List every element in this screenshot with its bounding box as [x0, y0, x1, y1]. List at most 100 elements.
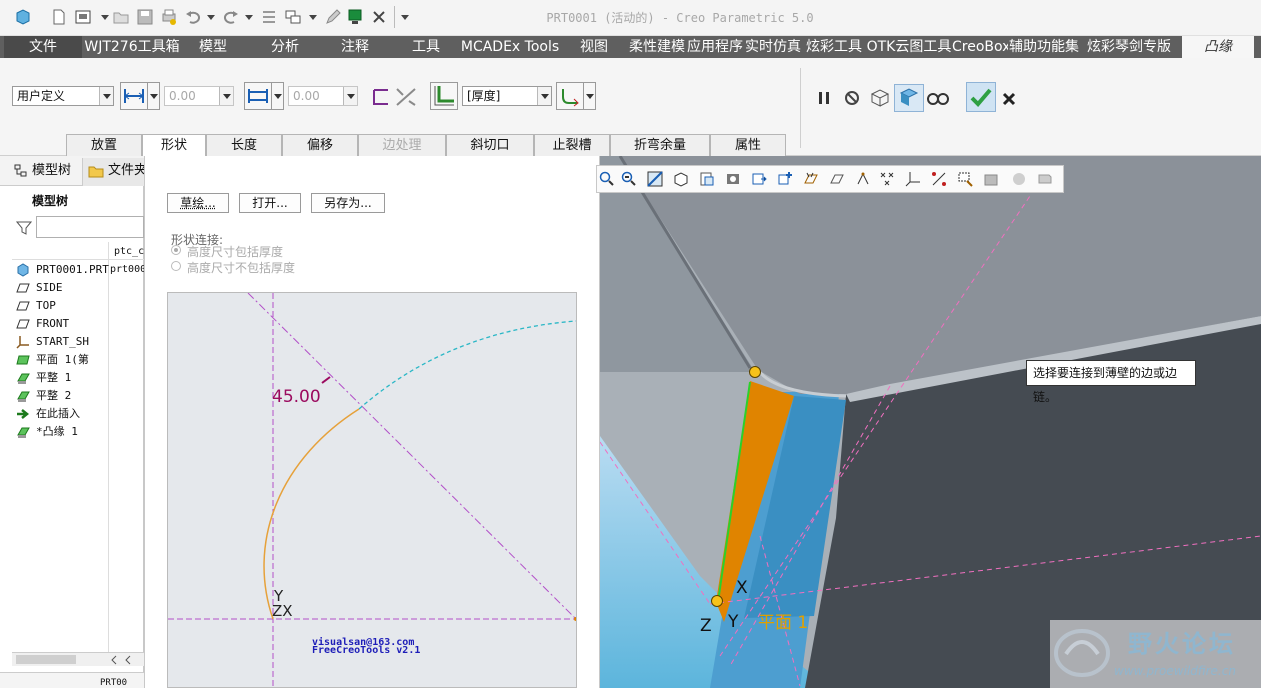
- tree-item-insert-here[interactable]: 在此插入: [17, 405, 80, 423]
- regenerate-icon[interactable]: [260, 8, 278, 26]
- tab-folder[interactable]: 文件夹: [108, 158, 144, 184]
- shape-type-select[interactable]: 用户定义: [12, 86, 114, 106]
- refit-icon[interactable]: [647, 171, 663, 187]
- windows-icon[interactable]: [284, 8, 302, 26]
- tab-miter-cuts[interactable]: 斜切口: [446, 134, 534, 156]
- bend-radius-button[interactable]: [556, 82, 584, 110]
- tab-color-sword-edition[interactable]: 炫彩琴剑专版: [1080, 36, 1178, 58]
- saved-orientations-icon[interactable]: [673, 171, 689, 187]
- close-window-icon[interactable]: [370, 8, 388, 26]
- offset-type-button[interactable]: [244, 82, 272, 110]
- save-as-button[interactable]: 另存为...: [311, 193, 385, 213]
- attached-preview-button[interactable]: [894, 84, 924, 112]
- customize-toolbar-icon[interactable]: [396, 8, 414, 26]
- csys-display-icon[interactable]: [905, 171, 921, 187]
- tab-offset[interactable]: 偏移: [282, 134, 358, 156]
- offset-dimension-icon[interactable]: [394, 86, 418, 108]
- tree-horizontal-scrollbar[interactable]: [12, 652, 144, 666]
- offset-type-dropdown[interactable]: [272, 82, 284, 110]
- datum-plane-label[interactable]: 平面 1: [758, 608, 808, 633]
- tab-analysis[interactable]: 分析: [250, 36, 320, 58]
- tab-file[interactable]: 文件: [4, 36, 82, 58]
- tab-relief[interactable]: 止裂槽: [534, 134, 610, 156]
- glasses-preview-icon[interactable]: [926, 88, 950, 108]
- tab-applications[interactable]: 应用程序: [686, 36, 744, 58]
- tab-color-tools[interactable]: 炫彩工具: [802, 36, 866, 58]
- sphere-display-icon[interactable]: [1011, 171, 1027, 187]
- perspective-icon[interactable]: [777, 171, 793, 187]
- points-x-display-icon[interactable]: [879, 171, 895, 187]
- tab-wjt276-toolbox[interactable]: WJT276工具箱: [82, 36, 182, 58]
- annotation-display-icon[interactable]: [931, 171, 947, 187]
- spin-center-icon[interactable]: [957, 171, 973, 187]
- length-value-input[interactable]: 0.00: [164, 86, 234, 106]
- pause-icon[interactable]: [814, 88, 834, 108]
- dropdown-arrow-icon[interactable]: [304, 8, 322, 26]
- tab-creobox[interactable]: CreoBox: [952, 36, 1008, 58]
- tab-model-tree[interactable]: 模型树: [32, 158, 71, 184]
- tab-annotate[interactable]: 注释: [320, 36, 390, 58]
- zoom-out-icon[interactable]: [621, 171, 637, 187]
- tab-view[interactable]: 视图: [564, 36, 624, 58]
- redo-icon[interactable]: [222, 8, 240, 26]
- chevron-down-icon[interactable]: [537, 87, 551, 105]
- tree-item-part[interactable]: PRT0001.PRT: [17, 261, 109, 279]
- folder-icon[interactable]: [88, 164, 104, 178]
- tree-item-flat1[interactable]: 平整 1: [17, 369, 71, 387]
- repaint-icon[interactable]: [699, 171, 715, 187]
- thickness-side-button[interactable]: [430, 82, 458, 110]
- sketch-button[interactable]: 草绘...: [167, 193, 229, 213]
- tab-placement[interactable]: 放置: [66, 134, 142, 156]
- tab-properties[interactable]: 属性: [710, 134, 786, 156]
- screen-capture-icon[interactable]: [1037, 171, 1053, 187]
- tree-item-flange1[interactable]: *凸缘 1: [17, 423, 78, 441]
- length-type-button[interactable]: [120, 82, 148, 110]
- scroll-left-icon[interactable]: [124, 655, 132, 665]
- chevron-down-icon[interactable]: [219, 87, 233, 105]
- tab-bend-allowance[interactable]: 折弯余量: [610, 134, 710, 156]
- open-dialog-icon[interactable]: [74, 8, 92, 26]
- tab-accessibility[interactable]: 辅助功能集: [1008, 36, 1080, 58]
- dropdown-arrow-icon[interactable]: [240, 8, 258, 26]
- length-type-dropdown[interactable]: [148, 82, 160, 110]
- thickness-select[interactable]: [厚度]: [462, 86, 552, 106]
- screen-icon[interactable]: [346, 8, 364, 26]
- tab-model[interactable]: 模型: [182, 36, 244, 58]
- zoom-in-icon[interactable]: [599, 171, 615, 187]
- no-preview-icon[interactable]: [842, 88, 862, 108]
- tree-item-side[interactable]: SIDE: [16, 279, 63, 297]
- tab-flexible-modeling[interactable]: 柔性建模: [628, 36, 686, 58]
- tree-item-plane1[interactable]: 平面 1(第: [16, 351, 90, 369]
- graphics-viewport[interactable]: X Y Z 平面 1: [600, 156, 1261, 688]
- tab-otk-cloud-tools[interactable]: OTK云图工具: [866, 36, 952, 58]
- view-manager-icon[interactable]: [751, 171, 767, 187]
- edit-icon[interactable]: [324, 8, 342, 26]
- tree-item-top[interactable]: TOP: [16, 297, 56, 315]
- tab-shape[interactable]: 形状: [142, 134, 206, 156]
- print-icon[interactable]: [160, 8, 178, 26]
- undo-icon[interactable]: [184, 8, 202, 26]
- filter-icon[interactable]: [16, 220, 32, 236]
- angle-dimension[interactable]: 45.00: [272, 387, 321, 407]
- flip-side-icon[interactable]: [370, 86, 392, 108]
- offset-value-input[interactable]: 0.00: [288, 86, 358, 106]
- tab-tools[interactable]: 工具: [396, 36, 456, 58]
- tab-flange[interactable]: 凸缘: [1182, 36, 1254, 58]
- tree-filter-input[interactable]: [36, 216, 144, 238]
- chevron-down-icon[interactable]: [99, 87, 113, 105]
- creo-app-icon[interactable]: [14, 8, 32, 26]
- radio-include-thickness[interactable]: [171, 245, 181, 255]
- tab-length[interactable]: 长度: [206, 134, 282, 156]
- tab-realtime-simulation[interactable]: 实时仿真: [744, 36, 802, 58]
- display-style-icon[interactable]: [725, 171, 741, 187]
- tree-item-csys[interactable]: START_SHI: [16, 333, 90, 351]
- appearance-gallery-icon[interactable]: [983, 171, 999, 187]
- scroll-left-icon[interactable]: [110, 655, 118, 665]
- point-display-icon[interactable]: [855, 171, 871, 187]
- dropdown-arrow-icon[interactable]: [202, 8, 220, 26]
- preview-mesh-icon[interactable]: [868, 86, 892, 110]
- tab-mcadex-tools[interactable]: MCADEx Tools: [458, 36, 562, 58]
- cancel-x-icon[interactable]: [1000, 90, 1018, 108]
- datum-planes-display-icon[interactable]: [803, 171, 819, 187]
- tree-column-header[interactable]: ptc_c: [114, 246, 144, 257]
